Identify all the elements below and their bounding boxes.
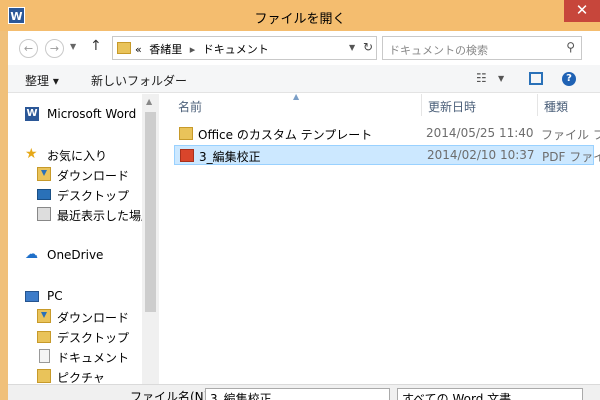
desktop-folder-icon: [37, 331, 51, 343]
documents-folder-icon: [39, 349, 50, 363]
filetype-select[interactable]: すべての Word 文書: [397, 388, 583, 400]
column-divider[interactable]: [537, 94, 538, 116]
sidebar-item-label: OneDrive: [47, 248, 104, 262]
sidebar-item-label: デスクトップ: [57, 189, 130, 203]
recent-places-icon: [37, 207, 51, 221]
pictures-folder-icon: [37, 369, 51, 383]
filename-bar: ファイル名(N): 3_編集校正 すべての Word 文書: [8, 384, 600, 400]
close-button[interactable]: ✕: [564, 0, 600, 22]
sidebar-item-label: ピクチャ: [57, 371, 105, 384]
sort-ascending-icon: ▲: [293, 94, 300, 101]
filename-input[interactable]: 3_編集校正: [205, 388, 390, 400]
sidebar-item-label: Microsoft Word: [47, 107, 137, 121]
back-arrow-icon[interactable]: ←: [19, 39, 38, 58]
sidebar-item-label: デスクトップ: [57, 331, 130, 345]
help-icon[interactable]: ?: [562, 72, 576, 86]
search-input[interactable]: ドキュメントの検索 ⚲: [382, 36, 582, 60]
navigation-scrollbar[interactable]: ▲: [142, 94, 159, 384]
organize-button[interactable]: 整理 ▾: [25, 72, 59, 89]
pc-icon: [25, 291, 39, 302]
preview-pane-icon[interactable]: [529, 72, 543, 85]
file-list: 名前 ▲ 更新日時 種類 Office のカスタム テンプレート 2014/05…: [159, 94, 600, 384]
download-folder-icon: [37, 309, 51, 323]
navigation-bar: ← → ▼ ↑ « 香緒里 ▸ ドキュメント ▼ ↻ ドキュメントの検索 ⚲: [8, 31, 600, 65]
file-name: Office のカスタム テンプレート: [198, 128, 373, 142]
sidebar-item-label: お気に入り: [47, 149, 108, 163]
column-header-date[interactable]: 更新日時: [428, 94, 476, 116]
view-options-icon[interactable]: ☷: [476, 71, 487, 85]
search-icon[interactable]: ⚲: [566, 40, 575, 54]
scroll-up-icon[interactable]: ▲: [146, 97, 152, 106]
file-name: 3_編集校正: [199, 150, 261, 164]
file-type: ファイル フォ: [541, 128, 600, 142]
sidebar-item-label: ダウンロード: [57, 169, 130, 183]
refresh-icon[interactable]: ↻: [363, 40, 373, 54]
forward-arrow-icon[interactable]: →: [45, 39, 64, 58]
filename-label: ファイル名(N):: [130, 390, 213, 400]
column-header-type[interactable]: 種類: [544, 94, 568, 116]
folder-icon: [117, 42, 131, 54]
sidebar-item-label: PC: [47, 289, 63, 303]
view-dropdown-icon[interactable]: ▼: [498, 74, 504, 83]
scrollbar-thumb[interactable]: [145, 112, 156, 312]
pdf-icon: [180, 149, 194, 162]
column-header-name[interactable]: 名前: [178, 94, 202, 116]
open-file-dialog: ← → ▼ ↑ « 香緒里 ▸ ドキュメント ▼ ↻ ドキュメントの検索 ⚲ 整…: [8, 31, 600, 400]
address-dropdown-icon[interactable]: ▼: [349, 43, 355, 52]
column-divider[interactable]: [421, 94, 422, 116]
cloud-icon: ☁: [25, 247, 38, 262]
folder-icon: [179, 127, 193, 140]
recent-locations-dropdown-icon[interactable]: ▼: [70, 42, 76, 51]
breadcrumb-separator-icon[interactable]: ▸: [190, 43, 196, 56]
sidebar-item-label: ダウンロード: [57, 311, 130, 325]
search-placeholder: ドキュメントの検索: [389, 44, 488, 57]
file-type: PDF ファイ: [542, 150, 600, 164]
download-folder-icon: [37, 167, 51, 181]
address-prefix[interactable]: «: [135, 43, 142, 56]
file-row-selected[interactable]: 3_編集校正 2014/02/10 10:37 PDF ファイ: [174, 145, 600, 165]
desktop-icon: [37, 189, 51, 200]
sidebar-item-label: 最近表示した場所: [57, 209, 142, 223]
file-date: 2014/05/25 11:40: [426, 126, 534, 140]
breadcrumb-user[interactable]: 香緒里: [149, 43, 182, 56]
file-row[interactable]: Office のカスタム テンプレート 2014/05/25 11:40 ファイ…: [174, 124, 600, 144]
word-icon: W: [25, 107, 39, 121]
title-bar: W ファイルを開く ✕: [0, 0, 600, 31]
new-folder-button[interactable]: 新しいフォルダー: [91, 72, 187, 89]
star-icon: ★: [25, 146, 38, 162]
address-bar[interactable]: « 香緒里 ▸ ドキュメント ▼ ↻: [112, 36, 377, 60]
sidebar-item-label: ドキュメント: [57, 351, 130, 365]
navigation-pane: W Microsoft Word ★ お気に入り ダウンロード デスクトップ 最…: [8, 94, 142, 384]
command-toolbar: 整理 ▾ 新しいフォルダー ☷ ▼ ?: [8, 65, 600, 93]
file-date: 2014/02/10 10:37: [427, 148, 535, 162]
up-arrow-icon[interactable]: ↑: [90, 38, 102, 54]
breadcrumb-documents[interactable]: ドキュメント: [203, 43, 269, 56]
window-title: ファイルを開く: [254, 12, 346, 27]
